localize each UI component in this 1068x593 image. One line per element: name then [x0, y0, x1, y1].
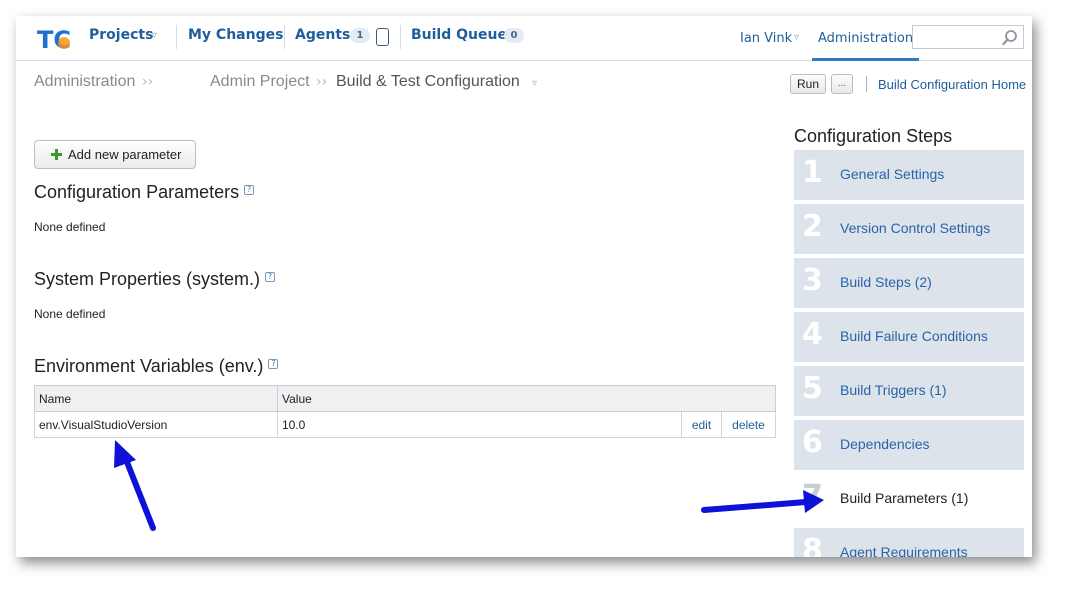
configuration-parameters-empty: None defined — [34, 220, 106, 234]
add-new-parameter-label: Add new parameter — [68, 147, 182, 162]
help-icon[interactable]: ? — [268, 359, 279, 369]
search-icon[interactable] — [1002, 29, 1019, 46]
step-label: Agent Requirements — [840, 544, 968, 557]
step-number: 7 — [802, 479, 823, 514]
step-agent-requirements[interactable]: 8 Agent Requirements — [794, 528, 1024, 557]
system-properties-empty: None defined — [34, 307, 106, 321]
nav-my-changes[interactable]: My Changes — [188, 27, 283, 43]
delete-link[interactable]: delete — [721, 411, 776, 438]
environment-variables-title: Environment Variables (env.)? — [34, 356, 279, 377]
arrow-icon — [114, 440, 156, 531]
step-number: 2 — [802, 209, 823, 244]
step-build-triggers[interactable]: 5 Build Triggers (1) — [794, 366, 1024, 416]
add-new-parameter-button[interactable]: Add new parameter — [34, 140, 196, 169]
step-number: 3 — [802, 263, 823, 298]
teamcity-logo[interactable]: TC — [36, 23, 70, 53]
help-icon[interactable]: ? — [265, 272, 276, 282]
edit-link[interactable]: edit — [681, 411, 722, 438]
nav-divider — [284, 25, 285, 49]
system-properties-title: System Properties (system.)? — [34, 269, 276, 290]
step-version-control-settings[interactable]: 2 Version Control Settings — [794, 204, 1024, 254]
nav-divider — [400, 25, 401, 49]
search-input[interactable] — [913, 26, 1001, 48]
step-label: Version Control Settings — [840, 220, 991, 236]
divider — [866, 76, 867, 92]
breadcrumb-administration[interactable]: Administration — [34, 73, 135, 91]
step-number: 6 — [802, 425, 823, 460]
step-label: Build Triggers (1) — [840, 382, 947, 398]
help-icon[interactable]: ? — [244, 185, 255, 195]
configuration-steps-title: Configuration Steps — [794, 126, 953, 146]
tab-administration[interactable]: Administration — [812, 16, 920, 61]
search-box — [912, 25, 1024, 49]
chevron-down-icon[interactable]: ▿ — [532, 78, 537, 89]
step-number: 1 — [802, 155, 823, 190]
redacted-area — [156, 70, 204, 92]
environment-variables-heading: Environment Variables (env.) — [34, 356, 264, 376]
step-number: 8 — [802, 533, 823, 557]
breadcrumb-separator-icon: ›› — [142, 74, 154, 90]
nav-projects[interactable]: Projects — [89, 27, 153, 43]
build-queue-count-badge: 0 — [504, 28, 524, 43]
step-label: Build Failure Conditions — [840, 328, 988, 344]
configuration-parameters-title: Configuration Parameters? — [34, 182, 255, 203]
step-build-failure-conditions[interactable]: 4 Build Failure Conditions — [794, 312, 1024, 362]
column-header-value: Value — [277, 385, 776, 412]
step-number: 4 — [802, 317, 823, 352]
step-label: General Settings — [840, 166, 945, 182]
column-header-name: Name — [34, 385, 278, 412]
system-properties-heading: System Properties (system.) — [34, 269, 261, 289]
plus-icon — [51, 149, 62, 160]
nav-build-queue[interactable]: Build Queue — [411, 27, 507, 43]
step-label: Dependencies — [840, 436, 930, 452]
env-var-name: env.VisualStudioVersion — [34, 411, 278, 438]
chevron-down-icon[interactable]: ▿ — [794, 32, 799, 43]
breadcrumb-separator-icon: ›› — [316, 74, 328, 90]
run-options-button[interactable]: ... — [831, 74, 853, 94]
step-number: 5 — [802, 371, 823, 406]
configuration-parameters-heading: Configuration Parameters — [34, 182, 240, 202]
agents-count-badge: 1 — [350, 28, 370, 43]
breadcrumb: Administration ›› Admin Project ›› Build… — [16, 62, 1032, 102]
environment-variables-table: Name Value env.VisualStudioVersion 10.0 … — [34, 385, 776, 438]
table-row: env.VisualStudioVersion 10.0 edit delete — [34, 411, 776, 438]
step-label: Build Steps (2) — [840, 274, 932, 290]
breadcrumb-project[interactable]: Admin Project — [210, 73, 310, 91]
build-config-home-link[interactable]: Build Configuration Home — [878, 77, 1026, 92]
run-button[interactable]: Run — [790, 74, 827, 94]
breadcrumb-build-config: Build & Test Configuration — [336, 73, 520, 90]
nav-agents[interactable]: Agents — [295, 27, 350, 43]
agent-status-icon[interactable] — [376, 28, 389, 46]
user-menu[interactable]: Ian Vink — [740, 31, 792, 46]
chevron-down-icon[interactable]: ▿ — [152, 30, 157, 41]
teamcity-window: TC Projects ▿ My Changes Agents 1 Build … — [16, 16, 1032, 557]
env-var-value: 10.0 — [277, 411, 682, 438]
step-build-parameters[interactable]: 7 Build Parameters (1) — [794, 474, 1024, 524]
step-dependencies[interactable]: 6 Dependencies — [794, 420, 1024, 470]
step-label: Build Parameters (1) — [840, 490, 969, 506]
table-header-row: Name Value — [34, 385, 776, 412]
step-build-steps[interactable]: 3 Build Steps (2) — [794, 258, 1024, 308]
top-nav-bar: TC Projects ▿ My Changes Agents 1 Build … — [16, 16, 1032, 61]
nav-divider — [176, 25, 177, 49]
step-general-settings[interactable]: 1 General Settings — [794, 150, 1024, 200]
